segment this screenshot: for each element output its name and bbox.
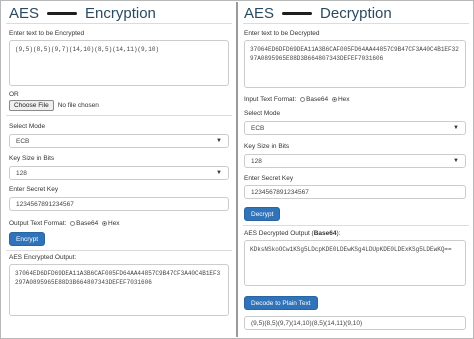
decrypt-button[interactable]: Decrypt — [244, 207, 281, 221]
encryption-title-prefix: AES — [9, 4, 40, 22]
decrypt-output-label-suffix: ): — [336, 230, 341, 237]
encryption-panel: AES Encryption Enter text to be Encrypte… — [1, 0, 236, 339]
decrypt-keysize-label: Key Size in Bits — [244, 143, 290, 150]
no-file-label: No file chosen — [57, 102, 99, 109]
plain-text-output[interactable]: (9,5)(8,5)(9,7)(14,10)(8,5)(14,11)(9,10) — [244, 316, 466, 330]
choose-file-button[interactable]: Choose File — [9, 100, 54, 111]
decryption-panel: AES Decryption Enter text to be Decrypte… — [238, 0, 473, 339]
encrypt-input-textarea[interactable]: (9,5)(8,5)(9,7)(14,10)(8,5)(14,11)(9,10) — [9, 40, 229, 86]
decrypt-keysize-select[interactable]: 128 ▼ — [244, 154, 466, 168]
decrypt-keysize-value: 128 — [251, 157, 262, 165]
input-format-row: Input Text Format: Base64 Hex — [244, 96, 350, 103]
input-format-label: Input Text Format: — [244, 96, 297, 103]
or-label: OR — [9, 91, 19, 98]
title-bar-icon — [47, 11, 78, 15]
decode-plain-button[interactable]: Decode to Plain Text — [244, 296, 318, 310]
encryption-title: AES Encryption — [9, 4, 156, 22]
decrypt-input-label: Enter text to be Decrypted — [244, 30, 320, 37]
encrypt-keysize-value: 128 — [16, 169, 27, 177]
output-format-label: Output Text Format: — [9, 220, 67, 227]
radio-icon[interactable] — [102, 220, 107, 226]
divider — [6, 250, 232, 251]
output-format-hex: Hex — [108, 220, 120, 227]
output-format-row: Output Text Format: Base64 Hex — [9, 220, 120, 227]
divider — [243, 225, 469, 226]
input-format-hex: Hex — [337, 96, 350, 103]
chevron-down-icon: ▼ — [453, 125, 459, 131]
decryption-title: AES Decryption — [244, 4, 392, 22]
decrypt-mode-label: Select Mode — [244, 110, 281, 117]
encrypt-button[interactable]: Encrypt — [9, 232, 46, 246]
encrypt-keysize-select[interactable]: 128 ▼ — [9, 166, 229, 180]
decryption-title-prefix: AES — [244, 4, 275, 22]
encrypt-keysize-label: Key Size in Bits — [9, 155, 55, 162]
decrypt-output-textarea[interactable]: KDksNSkoOCw1KSg5LDcpKDE0LDEwKSg4LDUpKDE0… — [244, 240, 466, 286]
decrypt-secret-label: Enter Secret Key — [244, 175, 294, 182]
chevron-down-icon: ▼ — [216, 138, 222, 144]
divider — [6, 23, 232, 24]
title-bar-icon — [282, 11, 313, 15]
radio-icon[interactable] — [70, 220, 76, 226]
decryption-title-word: Decryption — [320, 4, 392, 22]
encrypt-mode-label: Select Mode — [9, 123, 46, 130]
encryption-title-word: Encryption — [85, 4, 156, 22]
decrypt-mode-select[interactable]: ECB ▼ — [244, 121, 466, 135]
decrypt-output-label: AES Decrypted Output (Base64): — [244, 230, 341, 237]
output-format-base64: Base64 — [76, 220, 99, 227]
chevron-down-icon: ▼ — [453, 158, 459, 164]
decrypt-output-label-prefix: AES Decrypted Output ( — [244, 230, 314, 237]
input-format-base64: Base64 — [306, 96, 329, 103]
encrypt-output-label: AES Encrypted Output: — [9, 254, 77, 261]
file-chooser: Choose File No file chosen — [9, 100, 99, 111]
encrypt-secret-input[interactable]: 1234567891234567 — [9, 197, 229, 211]
decrypt-mode-value: ECB — [251, 124, 265, 132]
encrypt-mode-select[interactable]: ECB ▼ — [9, 134, 229, 148]
divider — [243, 23, 469, 24]
radio-icon[interactable] — [331, 96, 337, 102]
chevron-down-icon: ▼ — [216, 170, 222, 176]
radio-icon[interactable] — [300, 96, 306, 102]
encrypt-mode-value: ECB — [16, 137, 30, 145]
decrypt-input-textarea[interactable]: 37064ED6DFD69DEA11A3B6CAF005FD64AA44857C… — [244, 40, 466, 88]
decrypt-output-label-format: Base64 — [313, 230, 337, 237]
encrypt-secret-label: Enter Secret Key — [9, 186, 59, 193]
encrypt-input-label: Enter text to be Encrypted — [9, 30, 85, 37]
divider — [6, 115, 232, 116]
decrypt-secret-input[interactable]: 1234567891234567 — [244, 185, 466, 199]
encrypt-output-textarea[interactable]: 37064ED6DFD69DEA11A3B6CAF005FD64AA44857C… — [9, 264, 229, 316]
